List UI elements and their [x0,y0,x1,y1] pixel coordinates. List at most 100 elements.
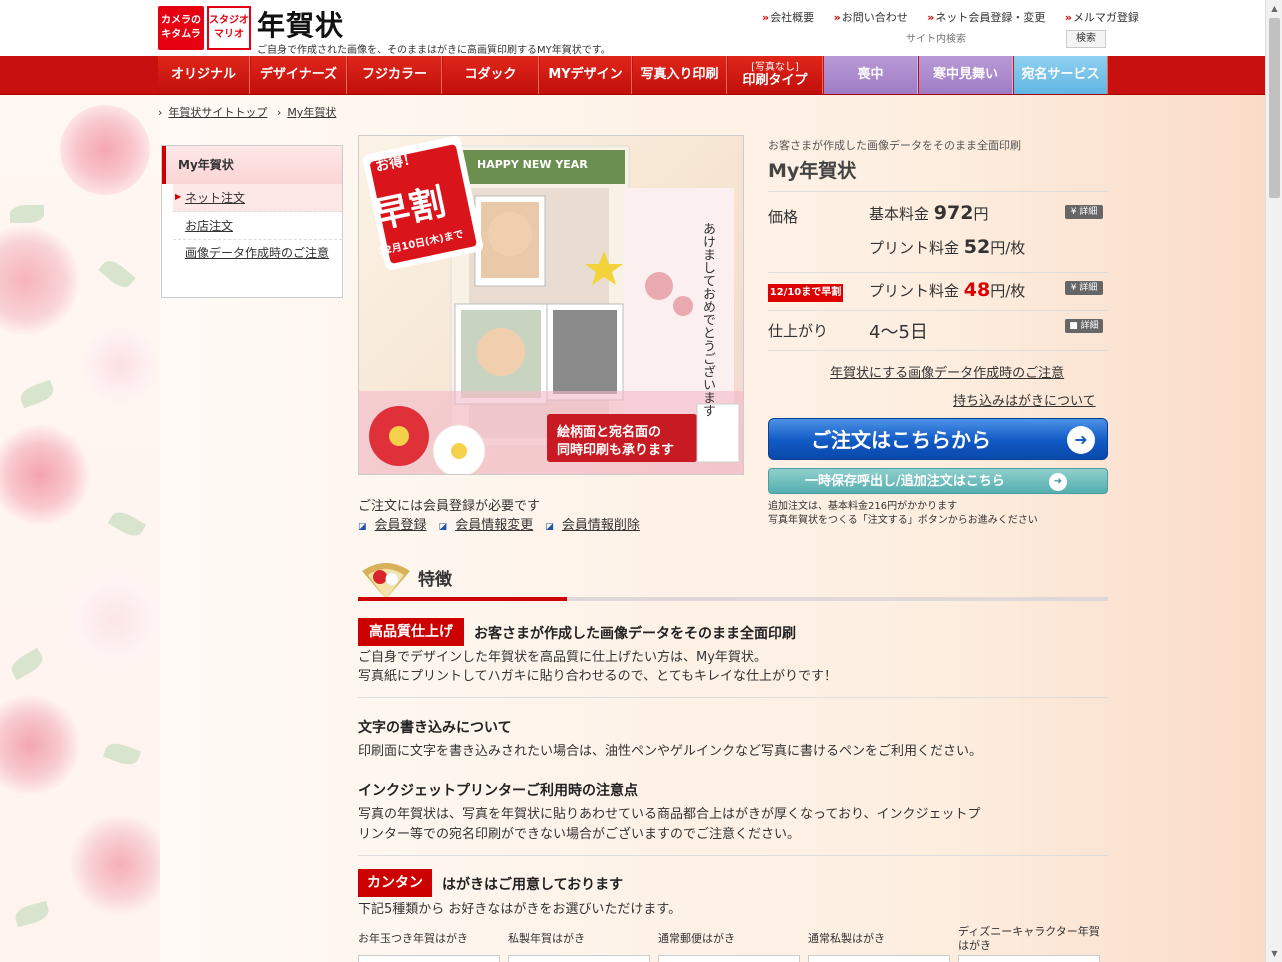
arrow-square-icon: ◪ [358,522,367,532]
easy-tag: カンタン [358,869,432,897]
early-price-detail-button[interactable]: ¥ 詳細 [1065,281,1103,295]
order-button[interactable]: ご注文はこちらから ➜ [768,418,1108,460]
card-label-normal-postal: 通常郵便はがき [658,932,735,945]
studio-mario-logo[interactable]: スタジオマリオ [207,6,251,50]
member-required-note: ご注文には会員登録が必要です [358,499,541,514]
truck-icon: ■ [1069,321,1081,331]
nav-my-design[interactable]: MYデザイン [540,56,632,94]
hero-greeting: あけましておめでとうございます [700,222,715,417]
high-quality-tag: 高品質仕上げ [358,618,464,646]
breadcrumb-top[interactable]: 年賀状サイトトップ [168,106,267,119]
card-label-disney: ディズニーキャラクター年賀はがき [958,925,1100,952]
site-search-input[interactable] [906,30,1064,48]
print-price: プリント料金 52円/枚 [869,236,1026,258]
early-discount-badge: 12/10まで早割 [768,284,843,302]
base-price: 基本料金 972円 [869,202,989,224]
member-register-link[interactable]: ◪ 会員登録 [358,518,427,533]
nav-kodak[interactable]: コダック [443,56,539,94]
feature-text-1b: 写真紙にプリントしてハガキに貼り合わせるので、とてもキレイな仕上がりです！ [358,669,838,684]
price-label: 価格 [768,208,799,226]
breadcrumb-current[interactable]: My年賀状 [287,106,336,119]
finish-label: 仕上がり [768,322,829,340]
breadcrumb-chevron-icon: › [276,106,282,119]
member-delete-link[interactable]: ◪ 会員情報削除 [545,518,640,533]
divider [358,855,1108,856]
page-scrollbar[interactable]: ▲ ▼ [1265,0,1282,962]
divider [768,310,1108,311]
finish-detail-button[interactable]: ■ 詳細 [1065,319,1103,333]
main-nav: オリジナル デザイナーズ フジカラー コダック MYデザイン 写真入り印刷 [写… [0,56,1265,95]
sidebar-title[interactable]: My年賀状 [162,146,342,184]
feature-heading-writing: 文字の書き込みについて [358,720,512,736]
features-title: 特徴 [418,570,452,590]
hero-caption-1: 絵柄面と宛名面の [557,425,662,440]
divider [358,697,1108,698]
nav-designers[interactable]: デザイナーズ [251,56,347,94]
divider [768,350,1108,351]
yen-icon: ¥ [1070,207,1080,217]
member-edit-link[interactable]: ◪ 会員情報変更 [439,518,534,533]
divider [768,191,1108,192]
breadcrumb-chevron-icon: › [158,106,163,119]
feature-text-3a: 写真の年賀状は、写真を年賀状に貼りあわせている商品都合上はがきが厚くなっており、… [358,807,981,822]
postcard-option-private-nenga[interactable] [508,955,650,962]
finish-days: 4〜5日 [869,322,928,343]
sidebar-item-store-order[interactable]: お店注文 [173,212,342,240]
sidebar-item-image-notes[interactable]: 画像データ作成時のご注意 [173,240,342,266]
early-print-price: プリント料金 48円/枚 [869,279,1026,301]
feature-heading-full-print: お客さまが作成した画像データをそのまま全面印刷 [474,626,796,642]
feature-text-2: 印刷面に文字を書き込みされたい場合は、油性ペンやゲルインクなど写真に書けるペンを… [358,744,983,759]
arrow-right-icon: ➜ [1049,473,1067,491]
image-data-notes-link[interactable]: 年賀状にする画像データ作成時のご注意 [830,362,1064,381]
nav-mourning[interactable]: 喪中 [824,56,918,94]
sidebar-item-net-order[interactable]: ネット注文 [173,184,342,212]
base-price-detail-button[interactable]: ¥ 詳細 [1065,205,1103,219]
hero-sample-card: お得！ 早割 12月10日(木)まで HAPPY NEW YEAR あけましてお… [358,135,744,475]
link-member-register[interactable]: »ネット会員登録・変更 [927,11,1053,24]
additional-order-note: 追加注文は、基本料金216円がかかります [768,501,958,512]
order-guide-note: 写真年賀状をつくる「注文する」ボタンからお進みください [768,515,1038,526]
postcard-option-disney[interactable] [958,955,1100,962]
scroll-up-icon[interactable]: ▲ [1266,0,1282,17]
double-chevron-icon: » [927,11,935,24]
nav-winter-greeting[interactable]: 寒中見舞い [919,56,1013,94]
features-underline [358,597,1108,601]
link-company[interactable]: »会社概要 [762,11,822,24]
arrow-square-icon: ◪ [438,522,448,532]
sidebar: My年賀状 ネット注文 お店注文 画像データ作成時のご注意 [161,145,343,298]
kitamura-logo[interactable]: カメラのキタムラ [158,6,204,50]
postcard-option-normal-postal[interactable] [658,955,800,962]
double-chevron-icon: » [833,11,841,24]
feature-heading-postcards: はがきはご用意しております [442,877,624,893]
site-title[interactable]: 年賀状 [257,4,344,44]
nav-print-type[interactable]: [写真なし] 印刷タイプ [728,56,823,94]
card-label-private-nenga: 私製年賀はがき [508,932,585,945]
yen-icon: ¥ [1070,283,1080,293]
hero-caption-2: 同時印刷も承ります [557,443,675,458]
arrow-right-icon: ➜ [1067,426,1095,454]
saved-order-button[interactable]: 一時保存呼出し/追加注文はこちら ➜ [768,468,1108,494]
product-title: My年賀状 [768,160,857,182]
site-subtitle: ご自身で作成された画像を、そのままはがきに高画質印刷するMY年賀状です。 [257,45,611,56]
nav-fujicolor[interactable]: フジカラー [348,56,442,94]
link-newsletter[interactable]: »メルマガ登録 [1065,11,1147,24]
card-label-normal-private: 通常私製はがき [808,932,885,945]
double-chevron-icon: » [762,11,770,24]
fan-icon [362,563,410,599]
product-subtitle: お客さまが作成した画像データをそのまま全面印刷 [768,139,1021,152]
postcard-option-otoshidama[interactable] [358,955,500,962]
search-button[interactable]: 検索 [1066,30,1106,48]
breadcrumb: › 年賀状サイトトップ › My年賀状 [158,104,342,120]
bring-postcard-link[interactable]: 持ち込みはがきについて [953,390,1096,409]
feature-text-4: 下記5種類から お好きなはがきをお選びいただけます。 [358,902,682,917]
postcard-option-normal-private[interactable] [808,955,950,962]
hero-happy-new-year: HAPPY NEW YEAR [477,158,588,171]
scroll-down-icon[interactable]: ▼ [1266,945,1282,962]
nav-original[interactable]: オリジナル [158,56,250,94]
nav-photo-print[interactable]: 写真入り印刷 [633,56,727,94]
scroll-thumb[interactable] [1269,18,1280,198]
double-chevron-icon: » [1064,11,1072,24]
link-contact[interactable]: »お問い合わせ [834,11,916,24]
nav-address-service[interactable]: 宛名サービス [1014,56,1108,94]
card-label-otoshidama: お年玉つき年賀はがき [358,932,468,945]
